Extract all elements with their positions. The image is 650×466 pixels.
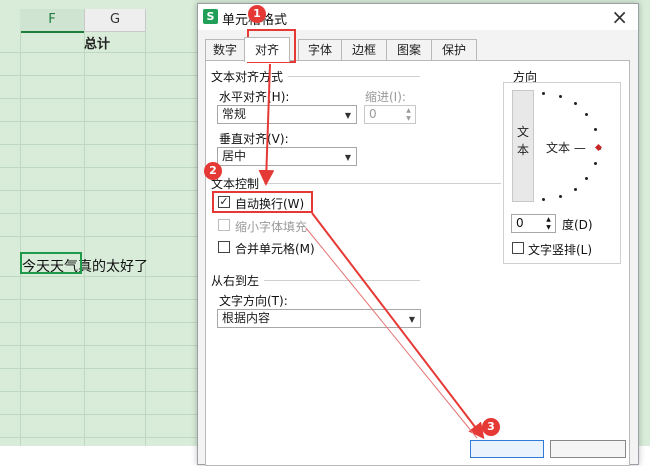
indent-label: 缩进(I): xyxy=(365,90,406,104)
grid-line xyxy=(20,31,21,446)
vertical-text-label[interactable]: 文字竖排(L) xyxy=(528,241,592,258)
grid-line xyxy=(0,368,200,369)
spin-up-icon[interactable]: ▲ xyxy=(543,216,554,224)
merge-cells-label[interactable]: 合并单元格(M) xyxy=(235,240,315,257)
degree-stepper[interactable]: 0 ▲ ▼ xyxy=(511,214,556,233)
text-direction-value: 根据内容 xyxy=(222,311,271,325)
vertical-align-select[interactable]: 居中 ▼ xyxy=(217,147,357,166)
grid-line xyxy=(0,299,200,300)
chevron-down-icon: ▼ xyxy=(344,153,351,162)
grid-line xyxy=(0,121,200,122)
wrap-text-checkbox[interactable]: ✓ xyxy=(218,196,230,208)
dial-dot xyxy=(574,188,577,191)
horizontal-align-label: 水平对齐(H): xyxy=(219,90,290,104)
indent-stepper[interactable]: 0 ▲ ▼ xyxy=(364,105,416,124)
dial-dot xyxy=(594,162,597,165)
grid-line xyxy=(0,391,200,392)
grid-line xyxy=(0,414,200,415)
degree-value: 0 xyxy=(516,216,524,230)
tab-border[interactable]: 边框 xyxy=(341,39,387,61)
step-badge-1: 1 xyxy=(248,5,266,23)
vertical-text-checkbox[interactable] xyxy=(512,242,524,254)
dial-dot xyxy=(594,128,597,131)
grid-line xyxy=(0,276,200,277)
tab-number[interactable]: 数字 xyxy=(205,39,245,61)
app-logo-icon: S xyxy=(203,9,218,24)
spin-down-icon[interactable]: ▼ xyxy=(403,115,414,123)
text-direction-label: 文字方向(T): xyxy=(219,294,288,308)
dial-dot xyxy=(559,95,562,98)
dial-dot xyxy=(585,177,588,180)
chevron-down-icon: ▼ xyxy=(344,111,351,120)
vertical-align-value: 居中 xyxy=(222,149,247,163)
grid-line xyxy=(0,437,200,438)
column-header-f[interactable]: F xyxy=(20,9,85,33)
orientation-preview-text: 文本 — xyxy=(546,141,586,155)
horizontal-align-select[interactable]: 常规 ▼ xyxy=(217,105,357,124)
degree-label: 度(D) xyxy=(562,218,593,232)
tab-pattern[interactable]: 图案 xyxy=(386,39,432,61)
close-icon[interactable]: × xyxy=(611,5,628,29)
selected-cell[interactable] xyxy=(20,252,82,274)
group-separator xyxy=(264,280,420,281)
ok-button[interactable] xyxy=(470,440,544,458)
grid-line xyxy=(0,98,200,99)
dial-dot xyxy=(585,113,588,116)
text-direction-select[interactable]: 根据内容 ▼ xyxy=(217,309,421,328)
text-align-group-title: 文本对齐方式 xyxy=(211,70,284,84)
spin-up-icon[interactable]: ▲ xyxy=(403,107,414,115)
shrink-to-fit-label: 缩小字体填充 xyxy=(235,220,308,234)
grid-line xyxy=(0,75,200,76)
grid-line xyxy=(0,322,200,323)
grid-line xyxy=(0,167,200,168)
horizontal-align-value: 常规 xyxy=(222,107,247,121)
vertical-align-label: 垂直对齐(V): xyxy=(219,132,289,146)
step-badge-3: 3 xyxy=(482,418,500,436)
grid-line xyxy=(0,345,200,346)
merge-cells-checkbox[interactable] xyxy=(218,241,230,253)
grid-line xyxy=(0,144,200,145)
dial-dot xyxy=(559,195,562,198)
grid-line xyxy=(145,31,146,446)
grid-line xyxy=(0,190,200,191)
wrap-text-label[interactable]: 自动换行(W) xyxy=(235,195,304,212)
orientation-dial[interactable]: 文本 — xyxy=(538,90,608,202)
dial-dot xyxy=(542,198,545,201)
tab-alignment[interactable]: 对齐 xyxy=(244,37,290,62)
chevron-down-icon: ▼ xyxy=(408,315,415,324)
grid-line xyxy=(0,213,200,214)
tab-protection[interactable]: 保护 xyxy=(431,39,477,61)
vertical-orientation-button[interactable]: 文本 xyxy=(512,90,534,202)
dial-dot xyxy=(542,92,545,95)
spin-down-icon[interactable]: ▼ xyxy=(543,224,554,232)
column-header-g[interactable]: G xyxy=(85,9,146,32)
header-cell-total[interactable]: 总计 xyxy=(84,33,110,52)
indent-value: 0 xyxy=(369,107,377,121)
tab-font[interactable]: 字体 xyxy=(298,39,342,61)
shrink-to-fit-checkbox[interactable] xyxy=(218,219,230,231)
grid-line xyxy=(0,52,200,53)
rtl-group-title: 从右到左 xyxy=(211,274,260,288)
group-separator xyxy=(264,183,501,184)
group-separator xyxy=(288,76,420,77)
dial-handle-icon[interactable] xyxy=(594,143,603,152)
grid-line xyxy=(0,236,200,237)
step-badge-2: 2 xyxy=(204,162,222,180)
dial-dot xyxy=(574,102,577,105)
cancel-button[interactable] xyxy=(550,440,626,458)
grid-line xyxy=(84,31,85,446)
